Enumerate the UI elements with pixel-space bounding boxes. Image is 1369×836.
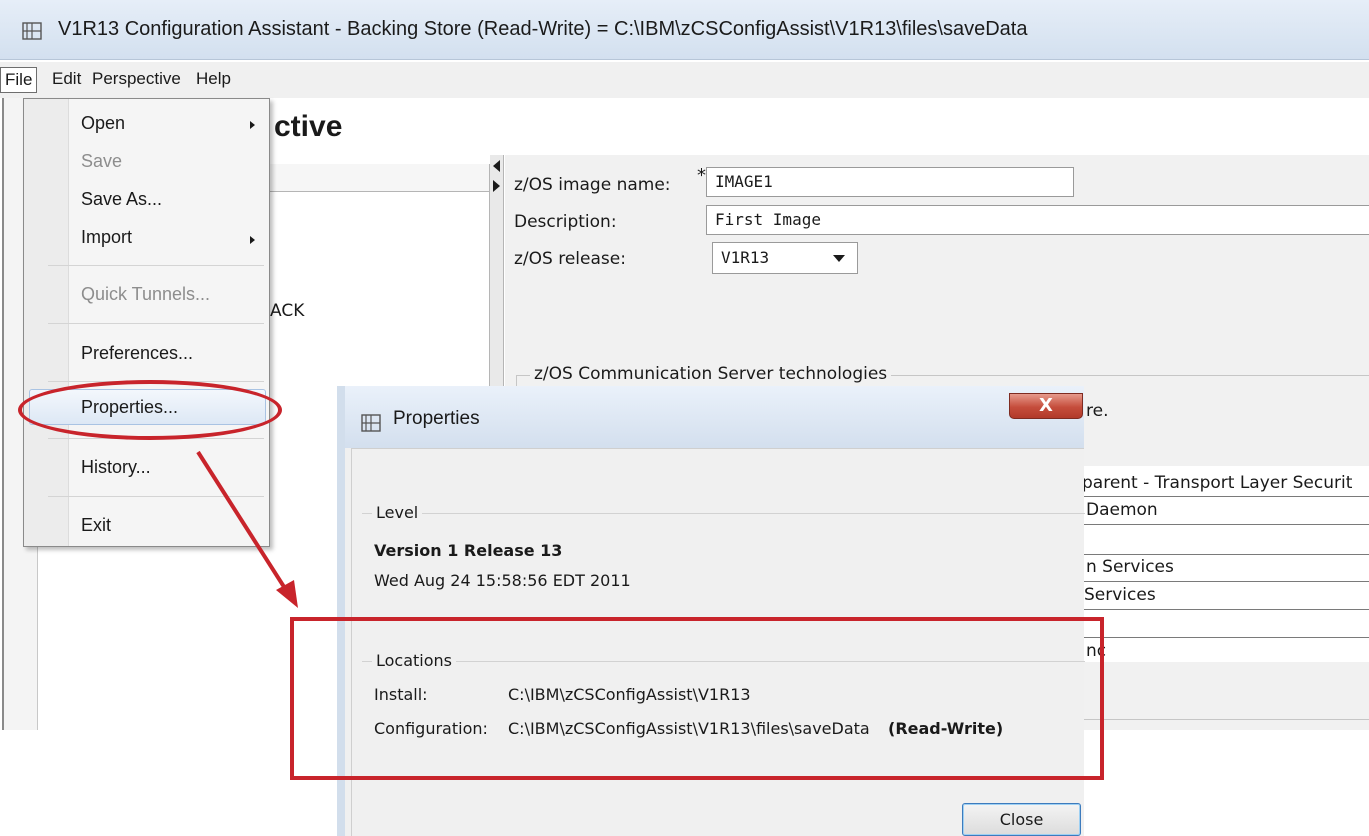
annotation-arrow [196, 450, 298, 608]
